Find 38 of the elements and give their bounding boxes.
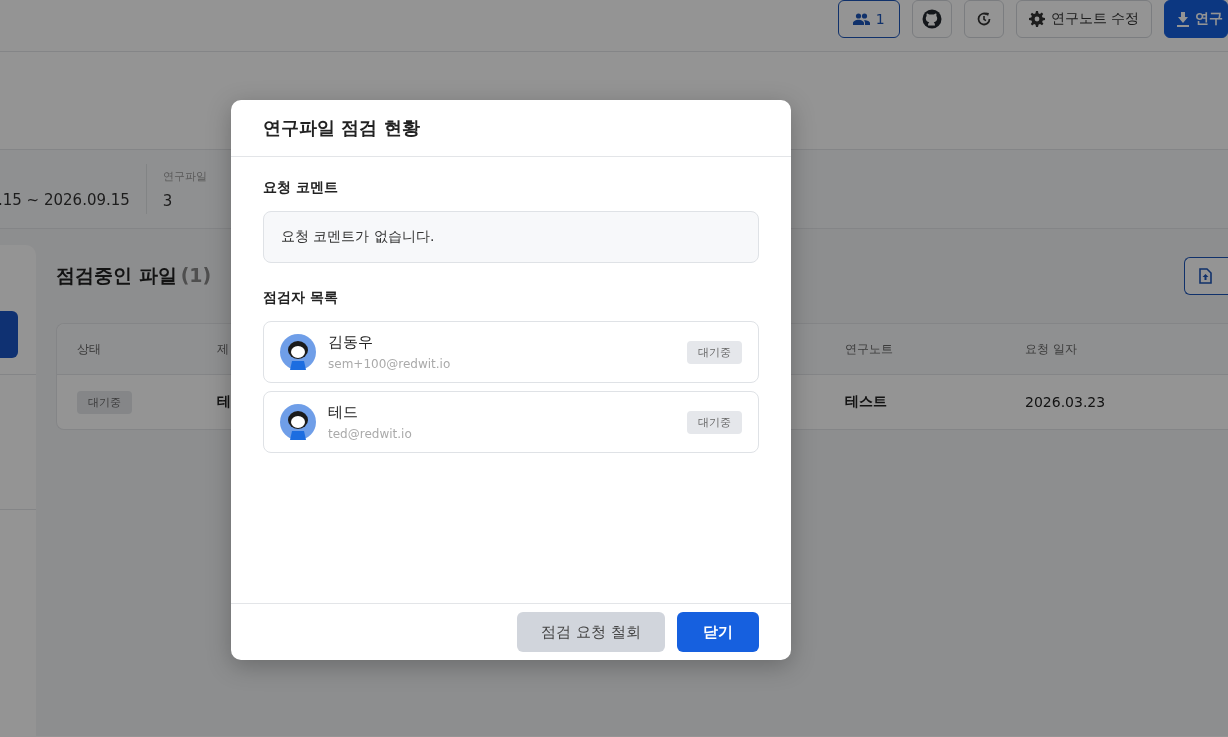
section-title: 점검중인 파일 — [56, 264, 177, 286]
column-header: 제 — [217, 340, 229, 358]
comment-box: 요청 코멘트가 없습니다. — [263, 211, 759, 263]
reviewer-name: 김동우 — [328, 333, 374, 352]
gear-icon — [1028, 11, 1045, 27]
column-header: 연구노트 — [845, 340, 893, 358]
people-icon — [852, 13, 870, 25]
status-badge: 대기중 — [687, 340, 742, 364]
status-badge: 대기중 — [687, 410, 742, 434]
files-count: 3 — [162, 191, 174, 210]
members-button[interactable]: 1 — [837, 0, 900, 38]
date-range: .15 ~ 2026.09.15 — [0, 191, 131, 209]
table-cell: 테 — [217, 393, 231, 411]
upload-button[interactable] — [1184, 257, 1228, 295]
avatar-icon — [280, 334, 316, 370]
download-icon — [1177, 11, 1189, 27]
column-header: 요청 일자 — [1025, 340, 1077, 358]
withdraw-button[interactable]: 점검 요청 철회 — [517, 612, 665, 652]
reviewers-label: 점검자 목록 — [263, 289, 339, 307]
github-icon — [921, 9, 942, 29]
avatar-icon — [280, 404, 316, 440]
download-button[interactable]: 연구 — [1164, 0, 1228, 38]
reviewer-name: 테드 — [328, 403, 359, 422]
edit-note-button[interactable]: 연구노트 수정 — [1015, 0, 1152, 38]
table-cell: 2026.03.23 — [1025, 394, 1106, 410]
github-button[interactable] — [911, 0, 952, 38]
close-button[interactable]: 닫기 — [677, 612, 759, 652]
reviewer-email: sem+100@redwit.io — [328, 357, 452, 371]
dialog-title: 연구파일 점검 현황 — [263, 116, 420, 140]
column-header: 상태 — [77, 340, 101, 358]
file-count: (1) — [180, 264, 212, 286]
reviewer-email: ted@redwit.io — [328, 427, 413, 441]
history-icon — [975, 11, 992, 27]
table-cell: 테스트 — [845, 393, 887, 411]
history-button[interactable] — [963, 0, 1004, 38]
status-badge: 대기중 — [77, 390, 132, 414]
comment-label: 요청 코멘트 — [263, 179, 339, 197]
file-upload-icon — [1199, 268, 1212, 284]
